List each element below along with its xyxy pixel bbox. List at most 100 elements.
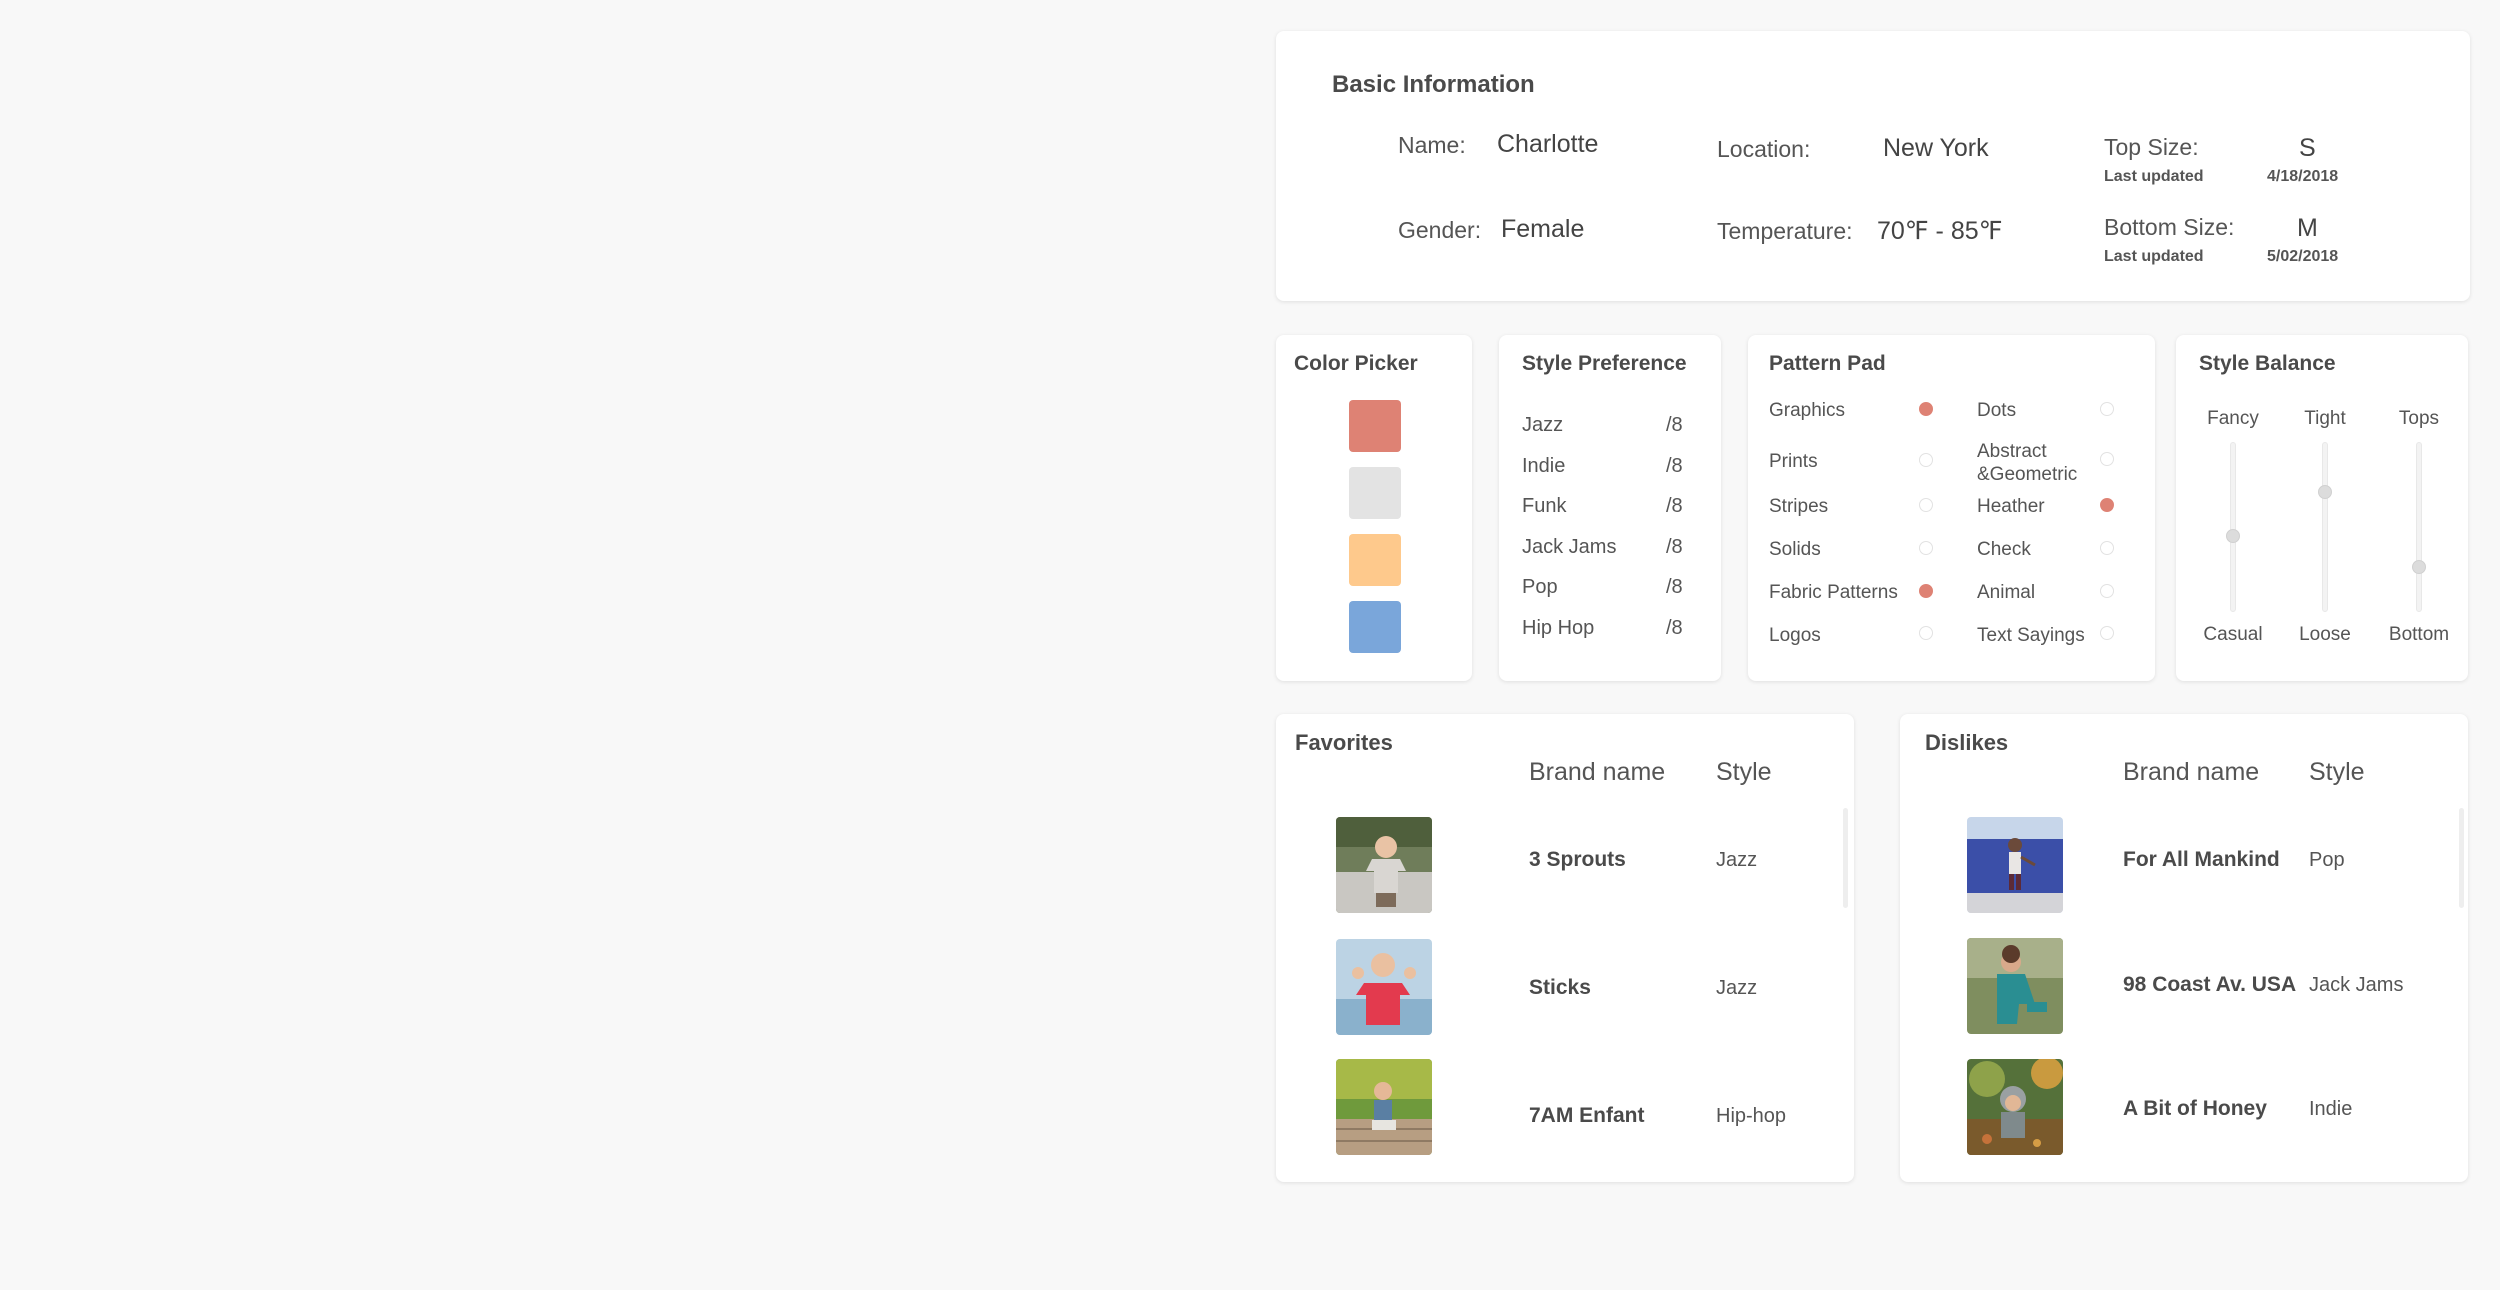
style-preference-label: Indie xyxy=(1522,455,1566,477)
color-swatch[interactable] xyxy=(1349,601,1401,653)
pattern-radio[interactable] xyxy=(2100,498,2114,512)
pattern-option-label: Animal xyxy=(1977,582,2036,603)
pattern-option-label: Check xyxy=(1977,539,2031,560)
slider-thumb[interactable] xyxy=(2226,528,2240,543)
location-label: Location: xyxy=(1717,136,1811,162)
style-preference-value: /8 xyxy=(1666,576,1683,598)
pattern-radio[interactable] xyxy=(1919,626,1933,640)
top-size-value: S xyxy=(2299,134,2316,162)
favorites-title: Favorites xyxy=(1295,730,1393,755)
style-preference-label: Jack Jams xyxy=(1522,536,1617,558)
style-column-header: Style xyxy=(1716,758,1772,786)
style-preference-value: /8 xyxy=(1666,536,1683,558)
style-preference-value: /8 xyxy=(1666,455,1683,477)
pattern-radio[interactable] xyxy=(1919,498,1933,512)
dislikes-title: Dislikes xyxy=(1925,730,2009,755)
style-preference-row[interactable]: Hip Hop /8 xyxy=(1522,617,1702,640)
style-preference-label: Pop xyxy=(1522,576,1558,598)
brand-name: 3 Sprouts xyxy=(1529,848,1626,871)
product-thumbnail[interactable] xyxy=(1336,817,1432,913)
name-label: Name: xyxy=(1398,132,1466,158)
dislikes-scrollbar[interactable] xyxy=(2459,808,2464,908)
pattern-option-label: Prints xyxy=(1769,451,1818,472)
pattern-pad-card: Pattern Pad Graphics Prints Stripes Soli… xyxy=(1748,335,2155,681)
pattern-option-label: Graphics xyxy=(1769,400,1846,421)
product-thumbnail[interactable] xyxy=(1336,1059,1432,1155)
color-picker-title: Color Picker xyxy=(1294,352,1418,375)
pattern-option-label: Heather xyxy=(1977,496,2045,517)
style-preference-row[interactable]: Pop /8 xyxy=(1522,576,1702,599)
pattern-radio[interactable] xyxy=(1919,402,1933,416)
pattern-radio[interactable] xyxy=(2100,584,2114,598)
girl-at-blue-wall-photo xyxy=(1967,817,2063,913)
child-in-autumn-leaves-photo xyxy=(1967,1059,2063,1155)
slider-thumb[interactable] xyxy=(2318,485,2332,500)
product-thumbnail[interactable] xyxy=(1336,939,1432,1035)
color-swatch[interactable] xyxy=(1349,467,1401,519)
style-preference-card: Style Preference Jazz /8 Indie /8 Funk /… xyxy=(1499,335,1721,681)
style-preference-label: Funk xyxy=(1522,495,1567,517)
pattern-radio[interactable] xyxy=(2100,402,2114,416)
bottom-last-updated-label: Last updated xyxy=(2104,248,2204,265)
style-balance-slider[interactable] xyxy=(2226,442,2240,612)
pattern-radio[interactable] xyxy=(1919,541,1933,555)
style-preference-label: Jazz xyxy=(1522,414,1564,436)
pattern-radio[interactable] xyxy=(2100,626,2114,640)
pattern-radio[interactable] xyxy=(1919,584,1933,598)
slider-thumb[interactable] xyxy=(2412,560,2426,574)
brand-name: 98 Coast Av. USA xyxy=(2123,973,2297,996)
product-thumbnail[interactable] xyxy=(1967,938,2063,1034)
style-preference-label: Hip Hop xyxy=(1522,617,1595,639)
brand-style: Hip-hop xyxy=(1716,1105,1787,1127)
top-last-updated-value: 4/18/2018 xyxy=(2267,168,2339,185)
product-thumbnail[interactable] xyxy=(1967,1059,2063,1155)
pattern-radio[interactable] xyxy=(2100,541,2114,555)
bottom-size-label: Bottom Size: xyxy=(2104,214,2235,240)
style-balance-slider[interactable] xyxy=(2318,442,2332,612)
pattern-radio[interactable] xyxy=(2100,452,2114,466)
top-size-label: Top Size: xyxy=(2104,134,2199,160)
color-swatch[interactable] xyxy=(1349,400,1401,452)
boy-in-red-tshirt-photo xyxy=(1336,939,1432,1035)
brand-style: Jazz xyxy=(1716,849,1758,871)
product-thumbnail[interactable] xyxy=(1967,817,2063,913)
style-preference-value: /8 xyxy=(1666,617,1683,639)
dislikes-card: Dislikes Brand name Style For All Mankin… xyxy=(1900,714,2468,1182)
basic-information-title: Basic Information xyxy=(1332,71,1535,98)
style-preference-row[interactable]: Jazz /8 xyxy=(1522,414,1702,437)
bottom-last-updated-value: 5/02/2018 xyxy=(2267,248,2339,265)
style-balance-slider[interactable] xyxy=(2412,442,2426,612)
temperature-value: 70℉ - 85℉ xyxy=(1877,217,2003,245)
pattern-option-label: Text Sayings xyxy=(1977,625,2085,646)
pattern-option-label: Fabric Patterns xyxy=(1769,582,1898,603)
brand-name: For All Mankind xyxy=(2123,848,2280,871)
bottom-size-value: M xyxy=(2297,214,2318,242)
style-preference-row[interactable]: Funk /8 xyxy=(1522,495,1702,518)
style-preference-row[interactable]: Indie /8 xyxy=(1522,455,1702,478)
slider-top-label: Fancy xyxy=(2207,408,2259,429)
slider-top-label: Tight xyxy=(2304,408,2346,429)
favorites-scrollbar[interactable] xyxy=(1843,808,1848,908)
style-balance-title: Style Balance xyxy=(2199,352,2336,375)
style-preference-value: /8 xyxy=(1666,495,1683,517)
color-swatch[interactable] xyxy=(1349,534,1401,586)
gender-label: Gender: xyxy=(1398,217,1482,243)
style-column-header: Style xyxy=(2309,758,2365,786)
pattern-radio[interactable] xyxy=(1919,453,1933,467)
pattern-pad-title: Pattern Pad xyxy=(1769,352,1886,375)
boy-squatting-on-deck-photo xyxy=(1336,1059,1432,1155)
slider-bottom-label: Casual xyxy=(2203,624,2263,645)
brand-style: Indie xyxy=(2309,1098,2353,1120)
style-preference-value: /8 xyxy=(1666,414,1683,436)
name-value: Charlotte xyxy=(1497,130,1599,158)
pattern-option-label: Abstract &Geometric xyxy=(1977,441,2078,485)
style-preference-row[interactable]: Jack Jams /8 xyxy=(1522,536,1702,559)
slider-top-label: Tops xyxy=(2398,408,2440,429)
pattern-option-label: Solids xyxy=(1769,539,1821,560)
favorites-card: Favorites Brand name Style 3 Sprouts Jaz… xyxy=(1276,714,1854,1182)
color-picker-card: Color Picker xyxy=(1276,335,1472,681)
brand-name: Sticks xyxy=(1529,976,1591,999)
temperature-label: Temperature: xyxy=(1717,218,1853,244)
slider-bottom-label: Loose xyxy=(2299,624,2351,645)
pattern-option-label: Logos xyxy=(1769,625,1821,646)
